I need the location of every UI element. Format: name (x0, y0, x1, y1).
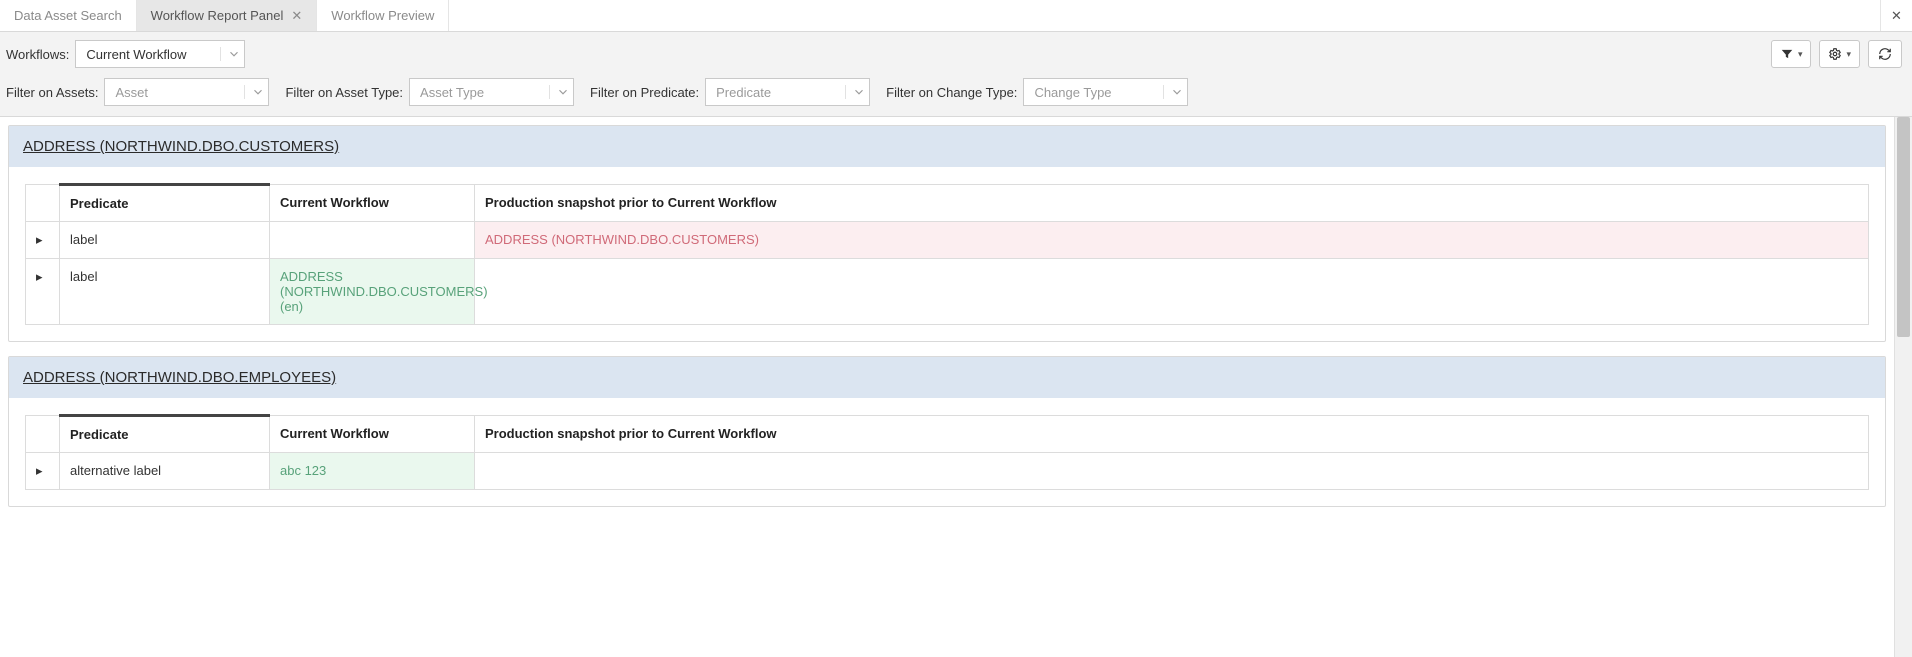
cell-prior: ADDRESS (NORTHWIND.DBO.CUSTOMERS) (475, 222, 1869, 259)
section-body: PredicateCurrent WorkflowProduction snap… (9, 167, 1885, 341)
row-expander[interactable]: ▸ (26, 222, 60, 259)
workflows-value: Current Workflow (86, 47, 186, 62)
tab-data-asset-search[interactable]: Data Asset Search (0, 0, 137, 31)
chevron-down-icon (220, 47, 238, 61)
cell-prior (475, 259, 1869, 325)
asset-link[interactable]: ADDRESS (NORTHWIND.DBO.EMPLOYEES) (23, 369, 336, 386)
chevron-down-icon (244, 85, 262, 99)
filter-predicate-label: Filter on Predicate: (590, 85, 699, 100)
asset-link[interactable]: ADDRESS (NORTHWIND.DBO.CUSTOMERS) (23, 138, 339, 155)
chevron-down-icon (845, 85, 863, 99)
col-prior: Production snapshot prior to Current Wor… (475, 185, 1869, 222)
caret-down-icon: ▾ (1846, 49, 1851, 60)
table-row: ▸labelADDRESS (NORTHWIND.DBO.CUSTOMERS) … (26, 259, 1869, 325)
col-current: Current Workflow (270, 416, 475, 453)
cell-predicate: label (60, 259, 270, 325)
table-row: ▸label ADDRESS (NORTHWIND.DBO.CUSTOMERS) (26, 222, 1869, 259)
workflows-label: Workflows: (6, 47, 69, 62)
scrollbar-thumb[interactable] (1897, 117, 1910, 337)
scrollbar[interactable] (1894, 117, 1912, 657)
tabstrip: Data Asset Search Workflow Report Panel … (0, 0, 1912, 32)
filter-asset-type-placeholder: Asset Type (420, 85, 484, 100)
filter-change-type-select[interactable]: Change Type (1023, 78, 1188, 106)
tab-label: Workflow Report Panel (151, 8, 284, 23)
section-header: ADDRESS (NORTHWIND.DBO.CUSTOMERS) (9, 126, 1885, 167)
tab-label: Data Asset Search (14, 8, 122, 23)
cell-predicate: label (60, 222, 270, 259)
chevron-down-icon (1163, 85, 1181, 99)
row-expander[interactable]: ▸ (26, 259, 60, 325)
col-expander (26, 416, 60, 453)
cell-predicate: alternative label (60, 453, 270, 490)
filter-asset-type-label: Filter on Asset Type: (285, 85, 403, 100)
diff-table: PredicateCurrent WorkflowProduction snap… (25, 183, 1869, 325)
section-header: ADDRESS (NORTHWIND.DBO.EMPLOYEES) (9, 357, 1885, 398)
filter-assets-select[interactable]: Asset (104, 78, 269, 106)
cell-current: ADDRESS (NORTHWIND.DBO.CUSTOMERS) (en) (270, 259, 475, 325)
section-body: PredicateCurrent WorkflowProduction snap… (9, 398, 1885, 506)
tab-label: Workflow Preview (331, 8, 434, 23)
filter-button[interactable]: ▾ (1771, 40, 1812, 68)
filter-change-type-placeholder: Change Type (1034, 85, 1111, 100)
col-predicate: Predicate (60, 416, 270, 453)
settings-button[interactable]: ▾ (1819, 40, 1860, 68)
report-content[interactable]: ADDRESS (NORTHWIND.DBO.CUSTOMERS)Predica… (0, 117, 1894, 657)
tab-workflow-report-panel[interactable]: Workflow Report Panel ✕ (137, 0, 318, 31)
filter-asset-type-select[interactable]: Asset Type (409, 78, 574, 106)
caret-down-icon: ▾ (1798, 49, 1803, 60)
filter-change-type-label: Filter on Change Type: (886, 85, 1017, 100)
filter-assets-label: Filter on Assets: (6, 85, 98, 100)
filter-predicate-placeholder: Predicate (716, 85, 771, 100)
filter-assets-placeholder: Asset (115, 85, 148, 100)
row-expander[interactable]: ▸ (26, 453, 60, 490)
filter-predicate-select[interactable]: Predicate (705, 78, 870, 106)
cell-current (270, 222, 475, 259)
diff-section: ADDRESS (NORTHWIND.DBO.CUSTOMERS)Predica… (8, 125, 1886, 342)
tab-workflow-preview[interactable]: Workflow Preview (317, 0, 449, 31)
chevron-down-icon (549, 85, 567, 99)
panel-close-button[interactable]: ✕ (1880, 0, 1912, 31)
cell-prior (475, 453, 1869, 490)
col-prior: Production snapshot prior to Current Wor… (475, 416, 1869, 453)
cell-current: abc 123 (270, 453, 475, 490)
col-expander (26, 185, 60, 222)
col-current: Current Workflow (270, 185, 475, 222)
workflows-select[interactable]: Current Workflow (75, 40, 245, 68)
close-icon[interactable]: ✕ (291, 8, 302, 24)
diff-section: ADDRESS (NORTHWIND.DBO.EMPLOYEES) Predica… (8, 356, 1886, 507)
col-predicate: Predicate (60, 185, 270, 222)
table-row: ▸alternative labelabc 123 (26, 453, 1869, 490)
refresh-button[interactable] (1868, 40, 1902, 68)
diff-table: PredicateCurrent WorkflowProduction snap… (25, 414, 1869, 490)
toolbar: Workflows: Current Workflow ▾ ▾ F (0, 32, 1912, 117)
